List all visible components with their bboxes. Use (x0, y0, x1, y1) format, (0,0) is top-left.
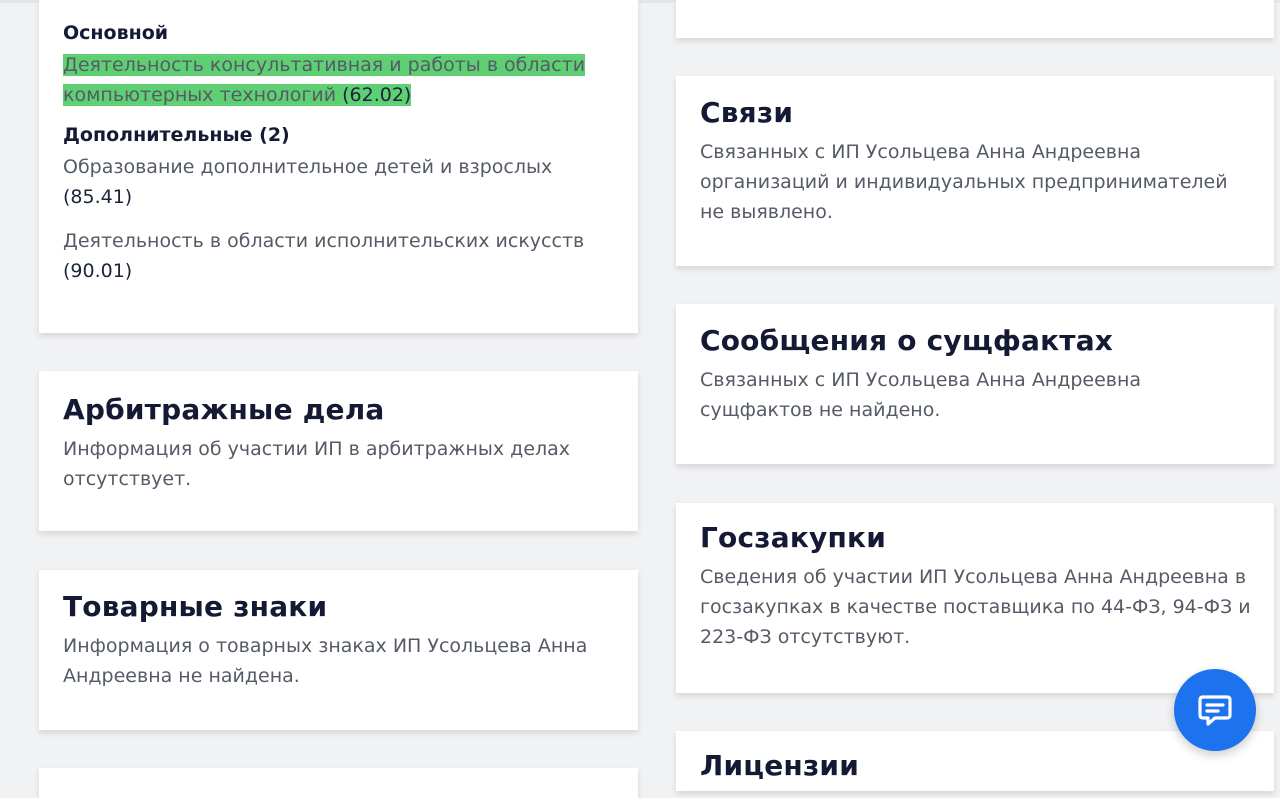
procurement-card: Госзакупки Сведения об участии ИП Усольц… (676, 503, 1274, 693)
okved-additional-item: Деятельность в области исполнительских и… (63, 226, 608, 286)
okved-main-code: (62.02) (342, 84, 412, 106)
links-title: Связи (700, 96, 794, 129)
facts-card: Сообщения о сущфактах Связанных с ИП Усо… (676, 304, 1274, 464)
okved-main-activity: Деятельность консультативная и работы в … (63, 50, 603, 110)
links-text: Связанных с ИП Усольцева Анна Андреевна … (700, 141, 1228, 223)
arbitration-card: Арбитражные дела Информация об участии И… (39, 371, 638, 531)
okved-main-heading: Основной (63, 22, 169, 44)
okved-main-text: Деятельность консультативная и работы в … (63, 54, 586, 106)
okved-additional-code: (85.41) (63, 186, 133, 208)
okved-additional-text: Образование дополнительное детей и взрос… (63, 156, 553, 178)
licenses-title: Лицензии (700, 749, 860, 782)
okved-card: Основной Деятельность консультативная и … (39, 0, 638, 333)
trademarks-card: Товарные знаки Информация о товарных зна… (39, 570, 638, 730)
okved-additional-item: Образование дополнительное детей и взрос… (63, 152, 608, 212)
arbitration-text: Информация об участии ИП в арбитражных д… (63, 438, 571, 490)
facts-title: Сообщения о сущфактах (700, 324, 1114, 357)
okved-additional-text: Деятельность в области исполнительских и… (63, 230, 585, 252)
trademarks-title: Товарные знаки (63, 590, 328, 623)
next-card-partial (39, 768, 638, 798)
okved-additional-code: (90.01) (63, 260, 133, 282)
trademarks-text: Информация о товарных знаках ИП Усольцев… (63, 635, 588, 687)
previous-card-partial (676, 0, 1274, 38)
procurement-text: Сведения об участии ИП Усольцева Анна Ан… (700, 566, 1251, 648)
links-card: Связи Связанных с ИП Усольцева Анна Андр… (676, 76, 1274, 266)
arbitration-title: Арбитражные дела (63, 393, 385, 426)
facts-text: Связанных с ИП Усольцева Анна Андреевна … (700, 369, 1142, 421)
chat-button[interactable] (1174, 669, 1256, 751)
licenses-card: Лицензии (676, 731, 1274, 791)
procurement-title: Госзакупки (700, 521, 887, 554)
okved-main-highlight: Деятельность консультативная и работы в … (63, 54, 586, 106)
chat-bubble-icon (1198, 695, 1232, 726)
okved-additional-heading: Дополнительные (2) (63, 124, 290, 146)
